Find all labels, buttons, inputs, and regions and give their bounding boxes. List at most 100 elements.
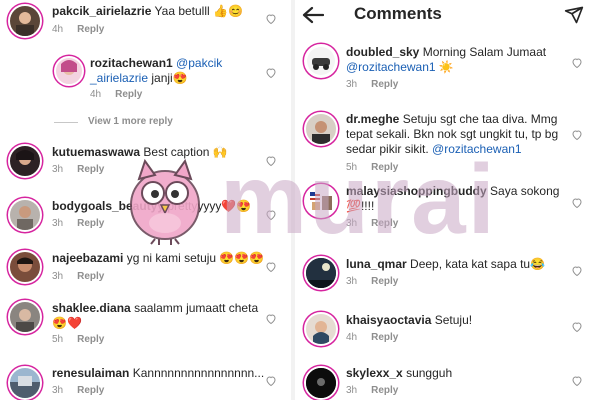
like-heart-icon[interactable] — [571, 264, 583, 277]
like-heart-icon[interactable] — [571, 320, 583, 333]
back-arrow-icon[interactable] — [302, 6, 325, 24]
comment-text: Morning Salam Jumaat — [422, 45, 547, 59]
comment-item: bodygoals_beautyy prettyyyyy❤️😍 3h Reply — [0, 194, 290, 234]
send-icon[interactable] — [564, 5, 584, 25]
comment-text: janji😍 — [151, 71, 188, 85]
comment-username[interactable]: skylexx_x — [346, 366, 403, 380]
avatar[interactable] — [304, 256, 338, 290]
avatar[interactable] — [304, 112, 338, 146]
comment-text: Best caption 🙌 — [143, 145, 228, 159]
comment-time: 5h — [52, 334, 64, 345]
right-comments-panel: Comments doubled_sky Morning Salam Jumaa… — [296, 0, 600, 400]
comment-item: najeebazami yg ni kami setuju 😍😍😍 3h Repl… — [0, 246, 290, 286]
comment-item: kutuemaswawa Best caption 🙌 3h Reply — [0, 140, 290, 180]
comment-text: yg ni kami setuju 😍😍😍 — [126, 251, 265, 265]
reply-button[interactable]: Reply — [77, 218, 104, 229]
comment-username[interactable]: pakcik_airielazrie — [52, 4, 151, 18]
comment-username[interactable]: najeebazami — [52, 251, 123, 265]
comment-text: Deep, kata kat sapa tu😂 — [410, 257, 546, 271]
like-heart-icon[interactable] — [571, 374, 583, 387]
comment-time: 4h — [52, 24, 64, 35]
avatar[interactable] — [304, 44, 338, 78]
comment-emoji: ☀️ — [438, 60, 454, 74]
like-heart-icon[interactable] — [265, 154, 277, 167]
avatar[interactable] — [8, 300, 42, 334]
like-heart-icon[interactable] — [265, 312, 277, 325]
comment-text: Saya sokong — [490, 184, 560, 198]
comment-username[interactable]: renesulaiman — [52, 366, 129, 380]
avatar[interactable] — [304, 366, 338, 400]
avatar[interactable] — [8, 250, 42, 284]
comment-time: 3h — [346, 218, 358, 229]
reply-button[interactable]: Reply — [77, 24, 104, 35]
comment-text: prettyyyyy❤️😍 — [167, 199, 252, 213]
reply-button[interactable]: Reply — [371, 162, 398, 173]
comment-time: 5h — [346, 162, 358, 173]
comment-username[interactable]: shaklee.diana — [52, 301, 131, 315]
like-heart-icon[interactable] — [265, 374, 277, 387]
like-heart-icon[interactable] — [265, 208, 277, 221]
comment-time: 3h — [52, 385, 64, 396]
comment-text: tepat sekali. Bkn nok sgt ungkit tu, tp … — [346, 127, 559, 141]
reply-button[interactable]: Reply — [77, 164, 104, 175]
comment-text: 💯!!!! — [346, 199, 375, 213]
mention-link[interactable]: @pakcik — [176, 56, 222, 70]
reply-button[interactable]: Reply — [371, 332, 398, 343]
comment-username[interactable]: khaisyaoctavia — [346, 313, 431, 327]
reply-button[interactable]: Reply — [371, 79, 398, 90]
reply-button[interactable]: Reply — [77, 271, 104, 282]
comment-time: 3h — [52, 271, 64, 282]
left-comments-panel: pakcik_airielazrie Yaa betulll 👍😊 4h Repl… — [0, 0, 290, 400]
comment-time: 3h — [346, 276, 358, 287]
view-more-replies-link[interactable]: View 1 more reply — [88, 116, 173, 127]
comments-header: Comments — [296, 0, 600, 30]
avatar[interactable] — [54, 56, 84, 86]
like-heart-icon[interactable] — [571, 56, 583, 69]
like-heart-icon[interactable] — [265, 260, 277, 273]
reply-button[interactable]: Reply — [115, 89, 142, 100]
mention-link[interactable]: @rozitachewan1 — [346, 60, 436, 74]
comment-username[interactable]: doubled_sky — [346, 45, 419, 59]
like-heart-icon[interactable] — [265, 12, 277, 25]
reply-button[interactable]: Reply — [371, 276, 398, 287]
reply-button[interactable]: Reply — [77, 385, 104, 396]
comment-item: renesulaiman Kannnnnnnnnnnnnnnn... 3h Rep… — [0, 362, 290, 400]
comment-text: saalamm jumaatt cheta — [134, 301, 259, 315]
comment-username[interactable]: dr.meghe — [346, 112, 399, 126]
comment-item: khaisyaoctavia Setuju! 4h Reply — [296, 308, 600, 348]
reply-button[interactable]: Reply — [77, 334, 104, 345]
avatar[interactable] — [8, 144, 42, 178]
reply-button[interactable]: Reply — [371, 218, 398, 229]
comment-text: 😍❤️ — [52, 316, 82, 330]
avatar[interactable] — [8, 366, 42, 400]
comment-time: 3h — [52, 164, 64, 175]
comment-text: Setuju sgt che taa diva. Mmg — [402, 112, 558, 126]
reply-item: rozitachewan1 @pakcik _airielazrie janji… — [0, 52, 290, 102]
comment-username[interactable]: malaysiashoppingbuddy — [346, 184, 487, 198]
comment-time: 4h — [346, 332, 358, 343]
comment-item: dr.meghe Setuju sgt che taa diva. Mmg te… — [296, 108, 600, 176]
comment-username[interactable]: bodygoals_beautyy — [52, 199, 164, 213]
like-heart-icon[interactable] — [571, 128, 583, 141]
like-heart-icon[interactable] — [571, 196, 583, 209]
comment-time: 4h — [90, 89, 102, 100]
like-heart-icon[interactable] — [265, 66, 277, 79]
avatar[interactable] — [8, 198, 42, 232]
reply-button[interactable]: Reply — [371, 385, 398, 396]
mention-link[interactable]: @rozitachewan1 — [432, 142, 522, 156]
avatar[interactable] — [8, 4, 42, 38]
comment-username[interactable]: kutuemaswawa — [52, 145, 140, 159]
comment-text: sedar pikir sikit. — [346, 142, 429, 156]
comment-text: Kannnnnnnnnnnnnnnn... — [132, 366, 265, 380]
comment-time: 3h — [346, 79, 358, 90]
comment-item: shaklee.diana saalamm jumaatt cheta 😍❤️ … — [0, 296, 290, 350]
panel-divider — [291, 0, 295, 400]
comment-item: pakcik_airielazrie Yaa betulll 👍😊 4h Repl… — [0, 0, 290, 38]
avatar[interactable] — [304, 312, 338, 346]
comment-username[interactable]: rozitachewan1 — [90, 56, 173, 70]
mention-link[interactable]: _airielazrie — [90, 71, 148, 85]
comment-item: luna_qmar Deep, kata kat sapa tu😂 3h Repl… — [296, 252, 600, 292]
avatar[interactable] — [304, 184, 338, 218]
comment-item: skylexx_x sungguh 3h Reply — [296, 362, 600, 400]
comment-username[interactable]: luna_qmar — [346, 257, 407, 271]
